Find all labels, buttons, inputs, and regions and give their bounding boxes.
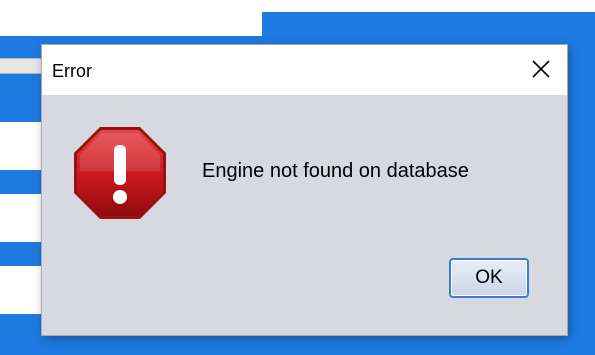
close-button[interactable] xyxy=(519,49,563,89)
parent-window-field xyxy=(0,194,42,242)
parent-window-field xyxy=(0,122,42,170)
dialog-titlebar[interactable]: Error xyxy=(42,45,567,95)
close-icon xyxy=(532,60,550,78)
error-message: Engine not found on database xyxy=(202,160,469,182)
parent-window-panel xyxy=(0,0,262,36)
error-stop-icon xyxy=(74,127,166,219)
parent-window-field xyxy=(0,58,42,74)
screen: Error Engine not found on database OK xyxy=(0,0,595,355)
ok-button[interactable]: OK xyxy=(449,258,529,298)
parent-window-field xyxy=(0,266,42,314)
parent-window-top-edge xyxy=(262,0,595,12)
dialog-title: Error xyxy=(52,61,92,81)
error-dialog: Error Engine not found on database OK xyxy=(42,45,567,335)
